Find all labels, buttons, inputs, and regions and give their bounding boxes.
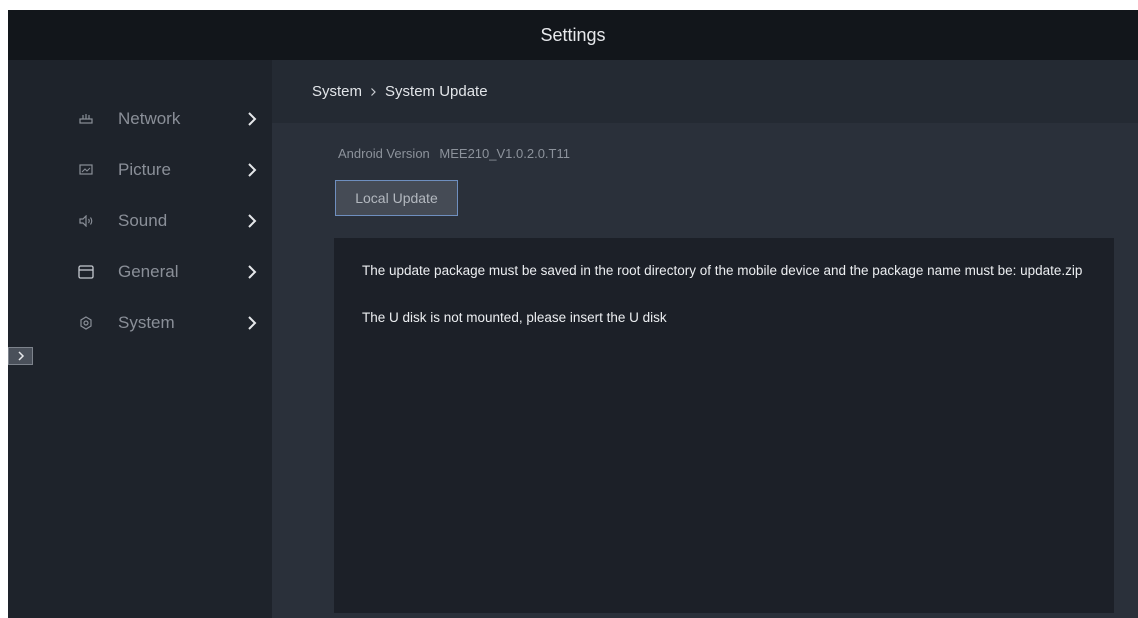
sidebar: Network Picture Sound General System <box>68 93 272 348</box>
chevron-right-icon <box>17 351 24 361</box>
page-title: Settings <box>540 24 606 45</box>
sidebar-item-label: Picture <box>118 159 171 179</box>
update-info-panel: The update package must be saved in the … <box>334 238 1114 613</box>
chevron-right-icon <box>248 213 257 228</box>
chevron-right-icon <box>248 162 257 177</box>
general-icon <box>78 264 94 280</box>
chevron-right-icon <box>248 315 257 330</box>
sidebar-item-label: Network <box>118 108 181 128</box>
sidebar-toggle-button[interactable] <box>8 347 33 365</box>
update-instruction-text: The update package must be saved in the … <box>362 263 1083 278</box>
sidebar-item-label: Sound <box>118 210 168 230</box>
sidebar-item-label: System <box>118 312 175 332</box>
android-version-row: Android Version MEE210_V1.0.2.0.T11 <box>338 146 570 161</box>
network-icon <box>78 111 94 127</box>
main-content: System System Update Android Version MEE… <box>272 60 1138 618</box>
system-icon <box>78 315 94 331</box>
chevron-right-icon <box>370 87 377 97</box>
chevron-right-icon <box>248 111 257 126</box>
sound-icon <box>78 213 94 229</box>
sidebar-item-general[interactable]: General <box>68 246 272 297</box>
chevron-right-icon <box>248 264 257 279</box>
breadcrumb: System System Update <box>312 83 488 100</box>
breadcrumb-bar: System System Update <box>272 60 1138 123</box>
sidebar-item-label: General <box>118 261 179 281</box>
version-value: MEE210_V1.0.2.0.T11 <box>439 146 570 161</box>
sidebar-item-system[interactable]: System <box>68 297 272 348</box>
local-update-button[interactable]: Local Update <box>335 180 458 216</box>
settings-window: Settings Network Picture Sound General S… <box>8 10 1138 618</box>
sidebar-item-sound[interactable]: Sound <box>68 195 272 246</box>
sidebar-item-picture[interactable]: Picture <box>68 144 272 195</box>
version-label: Android Version <box>338 146 430 161</box>
sidebar-item-network[interactable]: Network <box>68 93 272 144</box>
breadcrumb-current: System Update <box>385 83 488 100</box>
breadcrumb-parent[interactable]: System <box>312 83 362 100</box>
title-bar: Settings <box>8 10 1138 60</box>
usb-status-text: The U disk is not mounted, please insert… <box>362 310 667 325</box>
picture-icon <box>78 162 94 178</box>
